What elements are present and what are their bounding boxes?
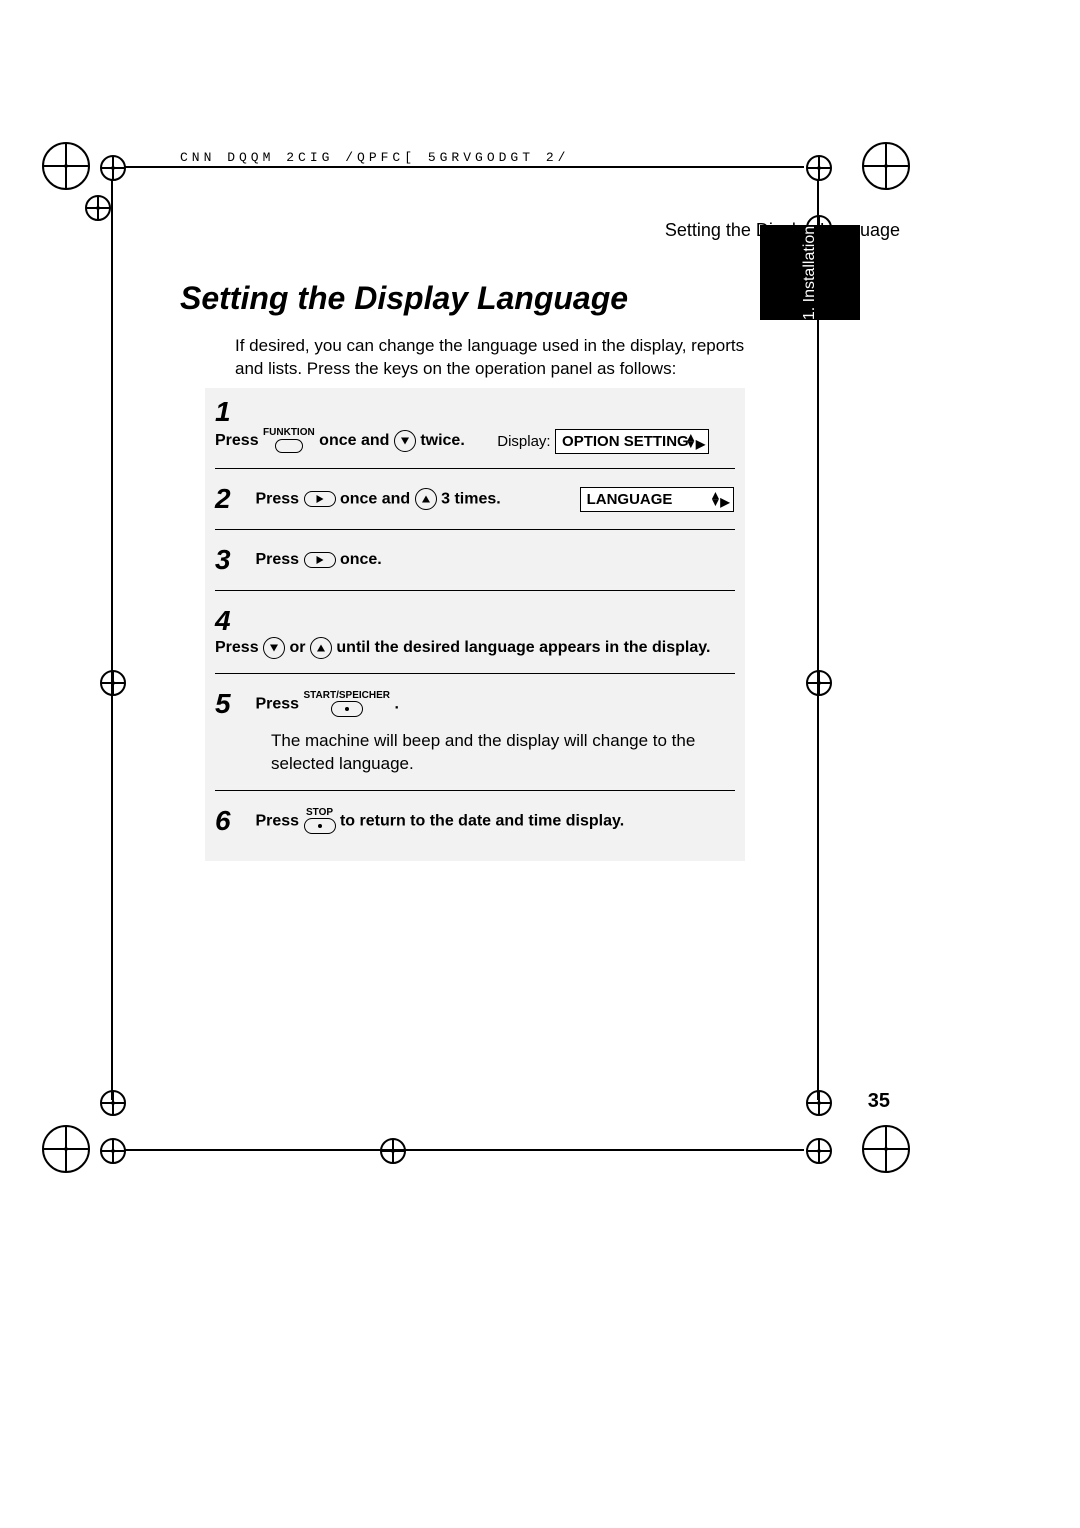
section-tab: 1. Installation (760, 225, 860, 320)
page-title: Setting the Display Language (180, 280, 628, 317)
crop-line (124, 166, 804, 168)
step-number: 4 (215, 605, 245, 637)
step-body: Press STOP to return to the date and tim… (255, 808, 624, 834)
crop-mark (100, 670, 126, 696)
intro-text: If desired, you can change the language … (235, 335, 765, 381)
step-2: 2 Press once and 3 times. LANGUAGE ▲▼▶ (215, 468, 735, 529)
crop-mark (806, 670, 832, 696)
step-3: 3 Press once. (215, 529, 735, 590)
down-arrow-key-icon (394, 430, 416, 452)
display-label: Display: (497, 433, 550, 450)
step-body: Press once and 3 times. LANGUAGE ▲▼▶ (255, 487, 733, 512)
step-number: 5 (215, 688, 245, 720)
step-6: 6 Press STOP to return to the date and t… (215, 790, 735, 851)
step-extra-text: The machine will beep and the display wi… (271, 730, 735, 776)
steps-box: 1 Press FUNKTION once and twice. Display… (205, 388, 745, 861)
funktion-key-icon: FUNKTION (263, 428, 315, 454)
right-arrow-key-icon (304, 552, 336, 568)
step-number: 6 (215, 805, 245, 837)
crop-mark (806, 1090, 832, 1116)
step-number: 2 (215, 483, 245, 515)
crop-mark (380, 1138, 406, 1164)
down-arrow-key-icon (263, 637, 285, 659)
crop-mark (85, 195, 111, 221)
crop-mark (42, 142, 90, 190)
step-body: Press once. (255, 551, 381, 569)
step-1: 1 Press FUNKTION once and twice. Display… (215, 388, 735, 468)
crop-line (111, 180, 113, 1100)
crop-mark (42, 1125, 90, 1173)
header-code: CNN DQQM 2CIG /QPFC[ 5GRVGODGT 2/ (180, 150, 900, 165)
step-number: 3 (215, 544, 245, 576)
start-speicher-key-icon: START/SPEICHER (304, 691, 391, 717)
stop-key-icon: STOP (304, 808, 336, 834)
up-arrow-key-icon (415, 488, 437, 510)
page-number: 35 (868, 1090, 890, 1113)
up-arrow-key-icon (310, 637, 332, 659)
step-4: 4 Press or until the desired language ap… (215, 590, 735, 673)
crop-mark (100, 1138, 126, 1164)
crop-mark (806, 1138, 832, 1164)
crop-mark (862, 1125, 910, 1173)
step-5: 5 Press START/SPEICHER . The machine wil… (215, 673, 735, 790)
right-arrow-key-icon (304, 491, 336, 507)
crop-line (124, 1149, 804, 1151)
lcd-display: OPTION SETTING ▲▼▶ (555, 429, 709, 454)
step-body: Press FUNKTION once and twice. Display: … (215, 428, 709, 454)
step-body: Press or until the desired language appe… (215, 637, 710, 659)
lcd-display: LANGUAGE ▲▼▶ (580, 487, 734, 512)
crop-mark (100, 1090, 126, 1116)
step-body: Press START/SPEICHER . (255, 691, 398, 717)
step-number: 1 (215, 396, 245, 428)
crop-mark (100, 155, 126, 181)
